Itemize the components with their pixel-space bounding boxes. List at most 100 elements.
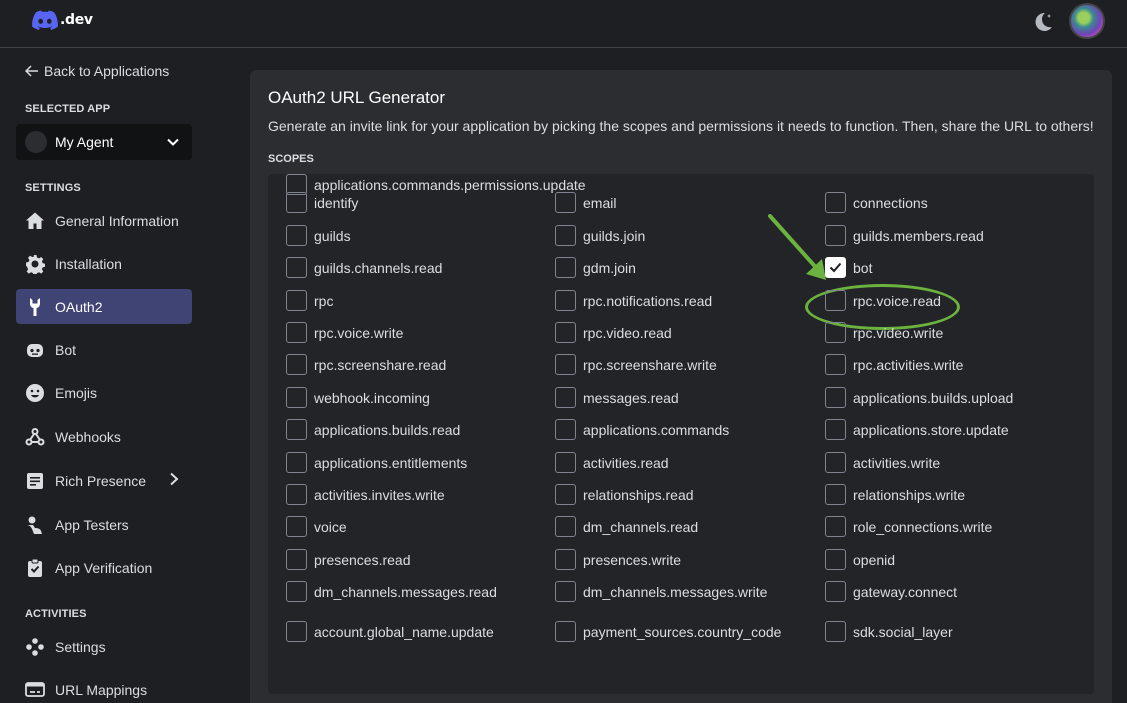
scope-checkbox-rpc-video-read[interactable]: rpc.video.read xyxy=(555,322,672,343)
sidebar-item-url-mappings[interactable]: URL Mappings xyxy=(16,672,192,703)
scope-checkbox-bot[interactable]: bot xyxy=(825,257,872,278)
checkbox[interactable] xyxy=(286,581,307,602)
scope-checkbox-applications-builds-read[interactable]: applications.builds.read xyxy=(286,419,460,440)
checkbox[interactable] xyxy=(286,387,307,408)
checkbox[interactable] xyxy=(825,290,846,311)
scope-checkbox-applications-commands[interactable]: applications.commands xyxy=(555,419,729,440)
checkbox[interactable] xyxy=(555,257,576,278)
scope-checkbox-guilds-channels-read[interactable]: guilds.channels.read xyxy=(286,257,442,278)
sidebar-item-emojis[interactable]: Emojis xyxy=(16,375,192,410)
scope-checkbox-presences-write[interactable]: presences.write xyxy=(555,549,681,570)
scope-checkbox-identify[interactable]: identify xyxy=(286,192,358,213)
scope-checkbox-applications-store-update[interactable]: applications.store.update xyxy=(825,419,1009,440)
scope-checkbox-webhook-incoming[interactable]: webhook.incoming xyxy=(286,387,430,408)
checkbox[interactable] xyxy=(555,419,576,440)
scope-checkbox-applications-entitlements[interactable]: applications.entitlements xyxy=(286,452,467,473)
scope-checkbox-rpc-video-write[interactable]: rpc.video.write xyxy=(825,322,943,343)
checkbox[interactable] xyxy=(825,581,846,602)
scope-checkbox-rpc-screenshare-read[interactable]: rpc.screenshare.read xyxy=(286,354,446,375)
checkbox[interactable] xyxy=(555,354,576,375)
sidebar-item-webhooks[interactable]: Webhooks xyxy=(16,419,192,454)
sidebar-item-app-testers[interactable]: App Testers xyxy=(16,507,192,542)
scope-checkbox-role-connections-write[interactable]: role_connections.write xyxy=(825,516,992,537)
scope-checkbox-activities-write[interactable]: activities.write xyxy=(825,452,940,473)
user-avatar[interactable] xyxy=(1069,3,1105,39)
sidebar-item-installation[interactable]: Installation xyxy=(16,246,192,281)
checkbox[interactable] xyxy=(555,484,576,505)
checkbox[interactable] xyxy=(286,452,307,473)
scope-checkbox-applications-builds-upload[interactable]: applications.builds.upload xyxy=(825,387,1013,408)
scope-checkbox-relationships-write[interactable]: relationships.write xyxy=(825,484,965,505)
sidebar-item-rich-presence[interactable]: Rich Presence xyxy=(16,463,192,498)
checkbox[interactable] xyxy=(825,621,846,642)
scope-checkbox-payment-sources-country-code[interactable]: payment_sources.country_code xyxy=(555,621,781,642)
checkbox[interactable] xyxy=(555,581,576,602)
checkbox[interactable] xyxy=(286,192,307,213)
checkbox[interactable] xyxy=(555,387,576,408)
checkbox[interactable] xyxy=(286,549,307,570)
back-to-applications-link[interactable]: Back to Applications xyxy=(25,63,169,79)
scope-checkbox-connections[interactable]: connections xyxy=(825,192,928,213)
scope-checkbox-presences-read[interactable]: presences.read xyxy=(286,549,411,570)
scope-checkbox-dm-channels-read[interactable]: dm_channels.read xyxy=(555,516,698,537)
checkbox[interactable] xyxy=(286,516,307,537)
developer-portal-logo[interactable]: .dev xyxy=(32,10,93,30)
checkbox[interactable] xyxy=(286,225,307,246)
checkbox[interactable] xyxy=(555,192,576,213)
checkbox[interactable] xyxy=(825,354,846,375)
scope-checkbox-applications-commands-permissions-update[interactable]: applications.commands.permissions.update xyxy=(286,174,586,195)
checkbox[interactable] xyxy=(825,484,846,505)
scope-checkbox-dm-channels-messages-write[interactable]: dm_channels.messages.write xyxy=(555,581,767,602)
checkbox[interactable] xyxy=(286,257,307,278)
scope-checkbox-voice[interactable]: voice xyxy=(286,516,347,537)
checkbox[interactable] xyxy=(825,452,846,473)
sidebar-item-app-verification[interactable]: App Verification xyxy=(16,550,192,585)
checkbox[interactable] xyxy=(286,322,307,343)
checkbox[interactable] xyxy=(825,257,846,278)
checkbox[interactable] xyxy=(286,290,307,311)
scope-checkbox-messages-read[interactable]: messages.read xyxy=(555,387,679,408)
scope-checkbox-activities-invites-write[interactable]: activities.invites.write xyxy=(286,484,445,505)
scope-checkbox-rpc-notifications-read[interactable]: rpc.notifications.read xyxy=(555,290,712,311)
scope-checkbox-gdm-join[interactable]: gdm.join xyxy=(555,257,636,278)
scope-checkbox-gateway-connect[interactable]: gateway.connect xyxy=(825,581,957,602)
scope-checkbox-sdk-social-layer[interactable]: sdk.social_layer xyxy=(825,621,953,642)
checkbox[interactable] xyxy=(825,192,846,213)
scope-checkbox-guilds-members-read[interactable]: guilds.members.read xyxy=(825,225,984,246)
scope-checkbox-rpc[interactable]: rpc xyxy=(286,290,333,311)
scope-checkbox-rpc-activities-write[interactable]: rpc.activities.write xyxy=(825,354,963,375)
scope-checkbox-guilds-join[interactable]: guilds.join xyxy=(555,225,645,246)
sidebar-item-activity-settings[interactable]: Settings xyxy=(16,629,192,664)
scope-checkbox-rpc-screenshare-write[interactable]: rpc.screenshare.write xyxy=(555,354,717,375)
app-selector-dropdown[interactable]: My Agent xyxy=(16,124,192,160)
checkbox[interactable] xyxy=(286,621,307,642)
checkbox[interactable] xyxy=(825,225,846,246)
checkbox[interactable] xyxy=(555,225,576,246)
checkbox[interactable] xyxy=(825,516,846,537)
scope-checkbox-account-global-name-update[interactable]: account.global_name.update xyxy=(286,621,494,642)
checkbox[interactable] xyxy=(825,549,846,570)
checkbox[interactable] xyxy=(555,322,576,343)
checkbox[interactable] xyxy=(825,387,846,408)
checkbox[interactable] xyxy=(825,322,846,343)
scope-checkbox-email[interactable]: email xyxy=(555,192,616,213)
checkbox[interactable] xyxy=(286,484,307,505)
checkbox[interactable] xyxy=(555,290,576,311)
checkbox[interactable] xyxy=(555,452,576,473)
scope-checkbox-dm-channels-messages-read[interactable]: dm_channels.messages.read xyxy=(286,581,497,602)
checkbox[interactable] xyxy=(555,516,576,537)
sidebar-item-oauth2[interactable]: OAuth2 xyxy=(16,289,192,324)
checkbox[interactable] xyxy=(825,419,846,440)
theme-toggle-button[interactable] xyxy=(1031,10,1055,34)
checkbox[interactable] xyxy=(286,419,307,440)
scope-checkbox-activities-read[interactable]: activities.read xyxy=(555,452,669,473)
scope-checkbox-rpc-voice-read[interactable]: rpc.voice.read xyxy=(825,290,941,311)
checkbox[interactable] xyxy=(555,621,576,642)
scope-checkbox-relationships-read[interactable]: relationships.read xyxy=(555,484,694,505)
sidebar-item-bot[interactable]: Bot xyxy=(16,332,192,367)
checkbox[interactable] xyxy=(555,549,576,570)
checkbox[interactable] xyxy=(286,174,307,195)
scope-checkbox-rpc-voice-write[interactable]: rpc.voice.write xyxy=(286,322,403,343)
scope-checkbox-guilds[interactable]: guilds xyxy=(286,225,351,246)
sidebar-item-general-information[interactable]: General Information xyxy=(16,203,192,238)
